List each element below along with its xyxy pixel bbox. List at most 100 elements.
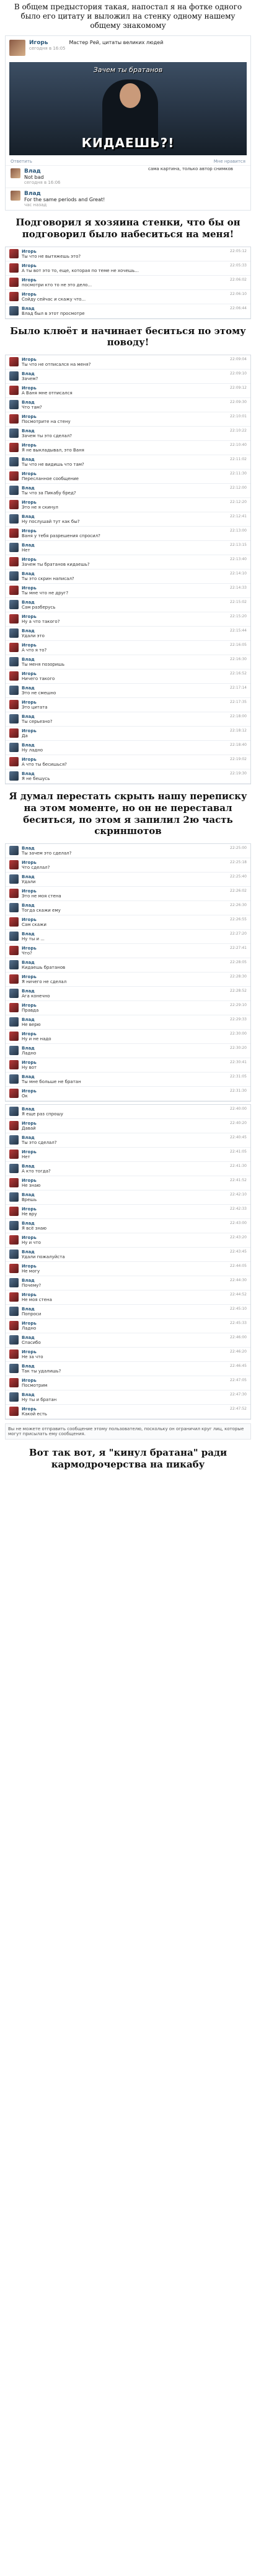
message-row[interactable]: Игорь Ты что не отписался на меня? 22:09:0… [6, 355, 250, 370]
message-author[interactable]: Игорь [22, 386, 226, 391]
message-author[interactable]: Влад [22, 1307, 226, 1312]
message-row[interactable]: Игорь А что ты бесишься? 22:19:02 [6, 755, 250, 769]
message-row[interactable]: Влад Я не бешусь 22:19:30 [6, 769, 250, 784]
message-row[interactable]: Игорь Это не я скинул 22:12:20 [6, 498, 250, 512]
message-row[interactable]: Влад Удали это 22:15:44 [6, 627, 250, 641]
message-author[interactable]: Влад [22, 903, 226, 908]
message-row[interactable]: Влад Ты это скрин написал? 22:14:10 [6, 569, 250, 584]
message-author[interactable]: Игорь [22, 471, 226, 476]
message-row[interactable]: Влад Ну ты и ... 22:27:20 [6, 930, 250, 944]
message-avatar[interactable] [9, 728, 19, 738]
message-author[interactable]: Влад [22, 1135, 226, 1140]
message-row[interactable]: Влад Нет 22:13:15 [6, 541, 250, 555]
message-avatar[interactable] [9, 248, 19, 258]
message-row[interactable]: Влад Я всё знаю 22:43:00 [6, 1219, 250, 1233]
message-avatar[interactable] [9, 960, 19, 969]
message-row[interactable]: Влад Тогда скажи ему 22:26:30 [6, 901, 250, 915]
message-row[interactable]: Игорь Ну а что такого? 22:15:20 [6, 612, 250, 627]
message-avatar[interactable] [9, 714, 19, 723]
message-row[interactable]: Игорь А что я то? 22:16:05 [6, 641, 250, 655]
message-author[interactable]: Влад [22, 989, 226, 994]
message-row[interactable]: Игорь Ничего такого 22:16:52 [6, 669, 250, 684]
message-avatar[interactable] [9, 1264, 19, 1273]
message-row[interactable]: Влад Ну ладно 22:18:40 [6, 741, 250, 755]
message-row[interactable]: Игорь Какой есть 22:47:52 [6, 1405, 250, 1419]
message-row[interactable]: Влад Зачем ты это сделал? 22:10:22 [6, 427, 250, 441]
message-row[interactable]: Игорь Ну вот 22:30:41 [6, 1058, 250, 1073]
message-avatar[interactable] [9, 889, 19, 898]
message-author[interactable]: Влад [22, 960, 226, 965]
message-row[interactable]: Игорь Это цитата 22:17:35 [6, 698, 250, 712]
message-avatar[interactable] [9, 500, 19, 509]
message-avatar[interactable] [9, 1221, 19, 1230]
message-author[interactable]: Влад [22, 1278, 226, 1283]
message-avatar[interactable] [9, 1349, 19, 1359]
message-row[interactable]: Игорь посмотри кто то не это дело... 22:06… [6, 275, 250, 290]
message-row[interactable]: Игорь А Ваня мне отписался 22:09:12 [6, 384, 250, 398]
message-author[interactable]: Игорь [22, 528, 226, 533]
message-avatar[interactable] [9, 1089, 19, 1098]
message-author[interactable]: Игорь [22, 643, 226, 648]
message-row[interactable]: Игорь Посмотрим 22:47:05 [6, 1376, 250, 1390]
message-avatar[interactable] [9, 1207, 19, 1216]
message-row[interactable]: Влад Это не смешно 22:17:14 [6, 684, 250, 698]
message-avatar[interactable] [9, 1249, 19, 1259]
message-author[interactable]: Влад [22, 514, 226, 519]
message-avatar[interactable] [9, 357, 19, 366]
message-row[interactable]: Игорь Не за что 22:46:20 [6, 1348, 250, 1362]
message-row[interactable]: Игорь Сам скажи 22:26:55 [6, 915, 250, 930]
comment-author[interactable]: Влад [24, 168, 61, 175]
message-avatar[interactable] [9, 700, 19, 709]
message-avatar[interactable] [9, 571, 19, 581]
message-author[interactable]: Влад [22, 846, 226, 851]
message-author[interactable]: Влад [22, 371, 226, 376]
message-row[interactable]: Влад Ты зачем это сделал? 22:25:00 [6, 844, 250, 858]
message-avatar[interactable] [9, 917, 19, 927]
like-button[interactable]: Мне нравится [214, 159, 245, 164]
author-name[interactable]: Игорь [29, 40, 66, 46]
message-row[interactable]: Влад Кидаешь братанов 22:28:05 [6, 958, 250, 973]
message-row[interactable]: Игорь Ваня у тебя разрешения спросил? 22:1… [6, 527, 250, 541]
message-author[interactable]: Влад [22, 1221, 226, 1226]
message-author[interactable]: Игорь [22, 614, 226, 619]
message-author[interactable]: Влад [22, 1364, 226, 1369]
message-avatar[interactable] [9, 414, 19, 424]
message-avatar[interactable] [9, 874, 19, 884]
message-row[interactable]: Влад Удали пожалуйста 22:43:45 [6, 1248, 250, 1262]
message-row[interactable]: Игорь Нет 22:41:05 [6, 1148, 250, 1162]
message-avatar[interactable] [9, 386, 19, 395]
message-author[interactable]: Влад [22, 628, 226, 633]
message-row[interactable]: Игорь Сойду сейчас и скажу что... 22:06:10 [6, 289, 250, 304]
message-avatar[interactable] [9, 1121, 19, 1130]
message-author[interactable]: Игорь [22, 1349, 226, 1354]
message-author[interactable]: Игорь [22, 1264, 226, 1269]
message-row[interactable]: Игорь Это не моя стена 22:26:02 [6, 887, 250, 901]
message-avatar[interactable] [9, 1192, 19, 1202]
message-avatar[interactable] [9, 1321, 19, 1330]
message-avatar[interactable] [9, 846, 19, 855]
message-avatar[interactable] [9, 1107, 19, 1116]
author-avatar[interactable] [9, 40, 25, 56]
message-avatar[interactable] [9, 306, 19, 315]
message-avatar[interactable] [9, 471, 19, 481]
message-avatar[interactable] [9, 277, 19, 287]
message-author[interactable]: Влад [22, 932, 226, 937]
message-row[interactable]: Влад Удали 22:25:40 [6, 873, 250, 887]
message-author[interactable]: Влад [22, 306, 226, 311]
message-row[interactable]: Игорь Ок 22:31:30 [6, 1087, 250, 1101]
message-author[interactable]: Игорь [22, 860, 226, 865]
message-author[interactable]: Игорь [22, 249, 226, 254]
message-author[interactable]: Влад [22, 1046, 226, 1051]
message-row[interactable]: Влад Зачем? 22:09:10 [6, 370, 250, 384]
message-author[interactable]: Игорь [22, 1121, 226, 1126]
message-avatar[interactable] [9, 371, 19, 381]
message-author[interactable]: Влад [22, 429, 226, 433]
message-avatar[interactable] [9, 1307, 19, 1316]
message-avatar[interactable] [9, 400, 19, 409]
message-avatar[interactable] [9, 1392, 19, 1402]
message-avatar[interactable] [9, 974, 19, 984]
message-author[interactable]: Влад [22, 743, 226, 748]
message-row[interactable]: Игорь Ладно 22:45:33 [6, 1319, 250, 1333]
message-avatar[interactable] [9, 1135, 19, 1145]
message-row[interactable]: Влад Ну ты и братан 22:47:30 [6, 1390, 250, 1405]
